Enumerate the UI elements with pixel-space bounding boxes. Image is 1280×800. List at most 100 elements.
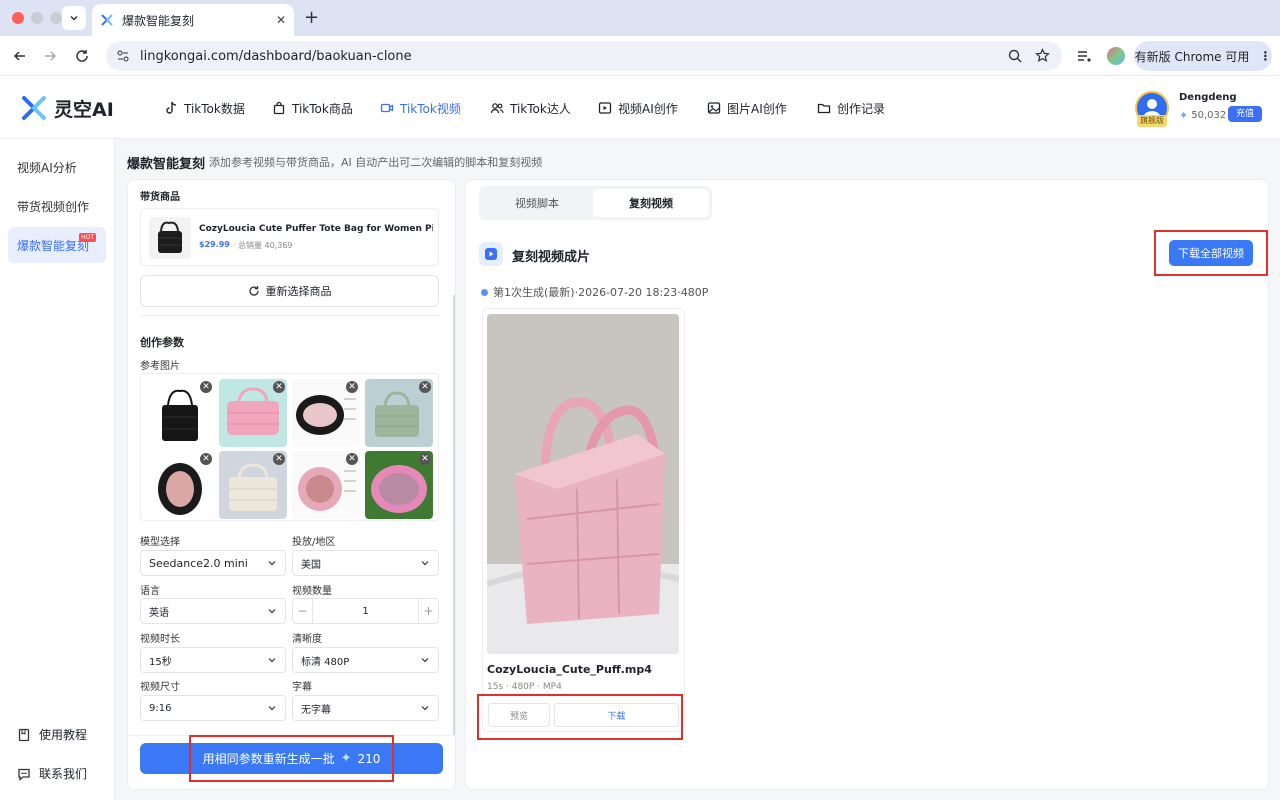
close-window-button[interactable] xyxy=(12,12,24,24)
region-label: 投放/地区 xyxy=(292,537,336,548)
credits-count: 50,032 xyxy=(1191,110,1227,121)
logo-text: 灵空AI xyxy=(54,98,114,121)
tab-video-script[interactable]: 视频脚本 xyxy=(483,190,591,216)
recharge-button[interactable]: 充值 xyxy=(1228,106,1262,122)
chevron-down-icon xyxy=(268,658,276,663)
tab-title: 爆款智能复刻 xyxy=(122,13,195,28)
nav-creation-history[interactable]: 创作记录 xyxy=(817,77,885,139)
product-name: CozyLoucia Cute Puffer Tote Bag for Wome… xyxy=(199,224,433,234)
product-card[interactable]: CozyLoucia Cute Puffer Tote Bag for Wome… xyxy=(140,208,439,266)
page-title: 爆款智能复刻 xyxy=(127,157,206,172)
nav-tiktok-videos[interactable]: TikTok视频 xyxy=(380,77,461,139)
chevron-down-icon xyxy=(421,706,429,711)
logo[interactable]: 灵空AI xyxy=(20,94,114,122)
book-icon xyxy=(18,728,30,741)
ref-image-4[interactable]: ✕ xyxy=(365,379,433,447)
nav-tiktok-data[interactable]: TikTok数据 xyxy=(164,77,245,139)
count-stepper[interactable]: − 1 + xyxy=(292,598,439,624)
forward-arrow-icon[interactable] xyxy=(42,48,58,64)
ref-image-2[interactable]: ✕ xyxy=(219,379,287,447)
divider xyxy=(140,315,439,316)
resolution-select[interactable]: 标清 480P xyxy=(292,647,439,673)
nav-tiktok-products[interactable]: TikTok商品 xyxy=(272,77,353,139)
remove-image-icon[interactable]: ✕ xyxy=(200,381,212,393)
chevron-down-icon xyxy=(268,706,276,711)
ref-image-6[interactable]: ✕ xyxy=(219,451,287,519)
duration-select[interactable]: 15秒 xyxy=(140,647,286,673)
url-text: lingkongai.com/dashboard/baokuan-clone xyxy=(140,48,412,64)
ref-image-1[interactable]: ✕ xyxy=(146,379,214,447)
sidebar-contact-link[interactable]: 联系我们 xyxy=(17,765,87,782)
sidebar-tutorial-link[interactable]: 使用教程 xyxy=(17,726,87,743)
user-name: Dengdeng xyxy=(1179,92,1237,103)
nav-image-ai[interactable]: 图片AI创作 xyxy=(707,77,787,139)
ref-image-8[interactable]: ✕ xyxy=(365,451,433,519)
tab-clone-video[interactable]: 复刻视频 xyxy=(593,189,709,217)
remove-image-icon[interactable]: ✕ xyxy=(419,381,431,393)
subtitle-select[interactable]: 无字幕 xyxy=(292,695,439,721)
video-thumbnail[interactable] xyxy=(487,314,679,654)
sidebar-item-video-analysis[interactable]: 视频AI分析 xyxy=(8,149,106,185)
ref-image-5[interactable]: ✕ xyxy=(146,451,214,519)
browser-toolbar: lingkongai.com/dashboard/baokuan-clone 有… xyxy=(0,36,1280,76)
scrollbar[interactable] xyxy=(453,295,455,735)
new-tab-button[interactable]: + xyxy=(304,7,319,28)
size-select[interactable]: 9:16 xyxy=(140,695,286,721)
shopping-bag-icon xyxy=(273,101,285,115)
video-ai-icon xyxy=(598,102,612,114)
chrome-update-button[interactable]: 有新版 Chrome 可用 ⋮ xyxy=(1134,41,1272,71)
remove-image-icon[interactable]: ✕ xyxy=(419,453,431,465)
credits-sparkle-icon: ✦ xyxy=(1179,109,1189,122)
language-select[interactable]: 英语 xyxy=(140,598,286,624)
increment-button[interactable]: + xyxy=(418,599,438,623)
ref-image-3[interactable]: ✕ xyxy=(292,379,360,447)
profile-avatar[interactable] xyxy=(1107,47,1125,65)
result-tabs: 视频脚本 复刻视频 xyxy=(479,186,712,220)
remove-image-icon[interactable]: ✕ xyxy=(200,453,212,465)
address-bar[interactable]: lingkongai.com/dashboard/baokuan-clone xyxy=(106,41,1062,71)
ref-image-7[interactable]: ✕ xyxy=(292,451,360,519)
highlight-box-regenerate xyxy=(189,735,394,782)
minimize-window-button[interactable] xyxy=(31,12,43,24)
params-title: 创作参数 xyxy=(140,336,184,349)
video-result-icon-box xyxy=(479,242,503,266)
sidebar-item-product-video[interactable]: 带货视频创作 xyxy=(8,188,106,224)
model-select[interactable]: Seedance2.0 mini xyxy=(140,550,286,576)
tab-search-button[interactable] xyxy=(62,6,86,30)
bookmark-star-icon[interactable] xyxy=(1035,48,1050,63)
maximize-window-button[interactable] xyxy=(50,12,62,24)
remove-image-icon[interactable]: ✕ xyxy=(273,381,285,393)
product-sales: · 总销量 40,369 xyxy=(232,241,293,250)
site-settings-icon[interactable] xyxy=(116,49,130,63)
browser-tab[interactable]: 爆款智能复刻 ✕ xyxy=(92,4,294,36)
resolution-label: 清晰度 xyxy=(292,634,322,645)
reload-icon[interactable] xyxy=(74,48,90,64)
play-icon xyxy=(485,248,497,260)
highlight-box-video-actions xyxy=(477,694,683,740)
zoom-icon[interactable] xyxy=(1008,49,1022,63)
back-arrow-icon[interactable] xyxy=(12,48,28,64)
page-subtitle: 添加参考视频与带货商品，AI 自动产出可二次编辑的脚本和复刻视频 xyxy=(209,156,543,169)
reading-list-icon[interactable] xyxy=(1076,48,1092,64)
count-value[interactable]: 1 xyxy=(313,606,418,617)
reselect-product-button[interactable]: 重新选择商品 xyxy=(140,275,439,307)
sidebar-item-viral-clone[interactable]: 爆款智能复刻 HOT xyxy=(8,227,106,263)
app-header: 灵空AI TikTok数据 TikTok商品 TikTok视频 TikTok达人… xyxy=(0,77,1280,139)
sidebar: 视频AI分析 带货视频创作 爆款智能复刻 HOT 使用教程 联系我们 xyxy=(0,139,115,800)
image-icon xyxy=(707,102,721,114)
ref-images-label: 参考图片 xyxy=(140,361,180,372)
remove-image-icon[interactable]: ✕ xyxy=(346,381,358,393)
folder-icon xyxy=(817,103,831,114)
nav-video-ai[interactable]: 视频AI创作 xyxy=(598,77,678,139)
remove-image-icon[interactable]: ✕ xyxy=(273,453,285,465)
subtitle-label: 字幕 xyxy=(292,682,312,693)
nav-tiktok-creators[interactable]: TikTok达人 xyxy=(490,77,571,139)
decrement-button[interactable]: − xyxy=(293,599,313,623)
model-label: 模型选择 xyxy=(140,537,180,548)
close-tab-icon[interactable]: ✕ xyxy=(276,13,286,27)
result-title: 复刻视频成片 xyxy=(512,250,591,265)
chevron-down-icon xyxy=(421,561,429,566)
region-select[interactable]: 美国 xyxy=(292,550,439,576)
lingkong-logo-icon xyxy=(22,96,46,120)
remove-image-icon[interactable]: ✕ xyxy=(346,453,358,465)
